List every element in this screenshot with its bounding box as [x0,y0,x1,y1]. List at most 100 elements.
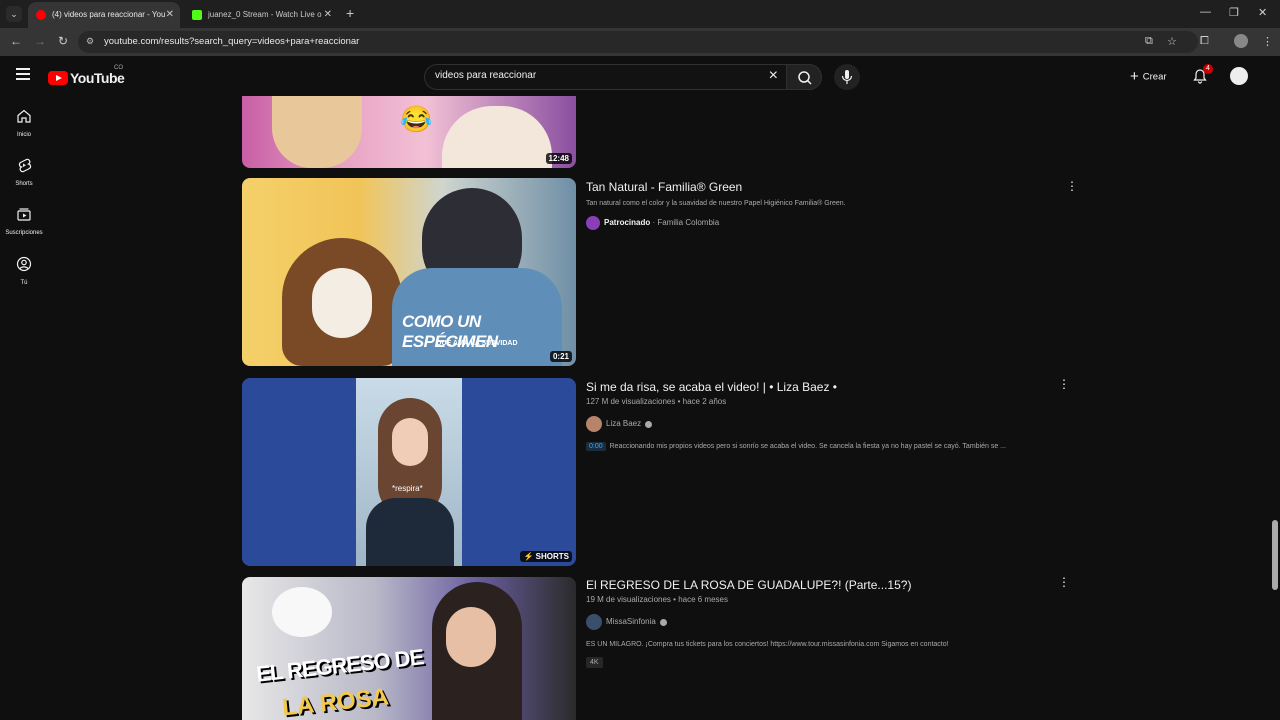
view-count: 127 M de visualizaciones [586,397,676,406]
browser-tabstrip: ⌄ (4) videos para reaccionar - You ✕ jua… [0,0,1280,28]
url-text: youtube.com/results?search_query=videos+… [104,36,360,47]
channel-name[interactable]: Familia Colombia [657,218,719,227]
window-close-icon[interactable]: ✕ [1258,6,1267,19]
close-icon[interactable]: ✕ [324,2,332,28]
browser-profile-avatar[interactable] [1234,34,1248,48]
menu-icon[interactable] [16,68,30,80]
search-input[interactable]: videos para reaccionar × [424,64,786,90]
youtube-logo[interactable]: YouTube CO [48,65,125,86]
microphone-icon [841,70,853,84]
channel-avatar[interactable] [586,416,602,432]
new-tab-icon[interactable]: + [346,5,354,21]
tab-youtube[interactable]: (4) videos para reaccionar - You ✕ [28,2,180,28]
browser-menu-icon[interactable]: ⋮ [1262,35,1273,48]
shorts-badge-label: SHORTS [535,552,569,561]
site-info-icon[interactable]: ⚙ [86,36,94,47]
youtube-header: YouTube CO videos para reaccionar × + Cre… [0,56,1280,96]
home-icon [17,109,31,123]
thumbnail-caption: *respira* [392,484,423,493]
channel-avatar[interactable] [586,215,600,230]
back-icon[interactable]: ← [10,34,22,48]
tab-kick[interactable]: juanez_0 Stream - Watch Live o ✕ [184,2,338,28]
create-button[interactable]: + Crear [1126,65,1175,89]
reload-icon[interactable]: ↻ [58,34,68,48]
video-title[interactable]: Tan Natural - Familia® Green [586,180,742,194]
video-description-row: 0:00 Reaccionando mis propios videos pero… [586,442,1006,451]
view-count: 19 M de visualizaciones [586,595,671,604]
video-meta: 127 M de visualizaciones • hace 2 años [586,397,727,406]
channel-name[interactable]: MissaSinfonia [606,617,656,626]
install-icon[interactable]: ⧉ [1145,35,1153,48]
video-thumbnail[interactable]: COMO UN ESPÉCIMEN QUE AMA LA SUAVIDAD 0:… [242,178,576,366]
scrollbar-thumb[interactable] [1272,520,1278,590]
video-description: ES UN MILAGRO. ¡Compra tus tickets para … [586,641,949,648]
clear-search-icon[interactable]: × [769,67,778,85]
kick-favicon-icon [192,9,202,20]
channel-name[interactable]: Liza Baez [606,419,641,428]
more-options-icon[interactable]: ⋮ [1066,179,1078,193]
video-meta: 19 M de visualizaciones • hace 6 meses [586,595,728,604]
address-bar[interactable]: ⚙ youtube.com/results?search_query=video… [78,31,1198,53]
video-title[interactable]: Si me da risa, se acaba el video! | • Li… [586,380,837,394]
video-description: Tan natural como el color y la suavidad … [586,200,846,207]
thumbnail-overlay-subtext: QUE AMA LA SUAVIDAD [436,340,518,347]
timestamp-chip[interactable]: 0:00 [586,442,606,451]
guide-label: Shorts [15,181,33,187]
video-thumbnail[interactable]: EL REGRESO DE LA ROSA [242,577,576,720]
voice-search-button[interactable] [834,64,860,90]
more-options-icon[interactable]: ⋮ [1058,377,1070,391]
video-title[interactable]: El REGRESO DE LA ROSA DE GUADALUPE?! (Pa… [586,578,911,592]
search-button[interactable] [786,64,822,90]
guide-label: Tú [20,280,28,286]
white-rose-image [272,587,332,637]
country-code: CO [114,65,123,71]
guide-item-inicio[interactable]: Inicio [0,108,48,138]
youtube-play-icon [48,70,68,85]
verified-badge-icon [659,618,667,626]
more-options-icon[interactable]: ⋮ [1058,575,1070,589]
laughing-emoji-icon: 😂 [400,104,433,134]
bookmark-star-icon[interactable]: ☆ [1167,35,1177,48]
search-icon [798,71,812,85]
channel-row: Liza Baez [586,416,653,432]
maximize-icon[interactable]: ❐ [1229,6,1239,19]
tab-label: (4) videos para reaccionar - You [52,10,166,19]
forward-icon[interactable]: → [34,34,46,48]
search-value: videos para reaccionar [435,70,537,81]
tab-label: juanez_0 Stream - Watch Live o [208,10,322,19]
page-scrollbar[interactable] [1270,60,1278,720]
guide-item-suscripciones[interactable]: Suscripciones [0,206,48,236]
channel-row: MissaSinfonia [586,614,667,630]
extensions-icon[interactable]: ⧠ [1200,35,1209,48]
youtube-favicon-icon [36,9,46,20]
verified-badge-icon [645,420,653,428]
video-description: Reaccionando mis propios videos pero si … [609,443,1006,450]
duration-badge: 0:21 [549,351,572,362]
guide-label: Inicio [16,132,31,138]
quality-chip: 4K [586,657,603,668]
guide-item-tu[interactable]: Tú [0,256,48,286]
duration-badge: 12:48 [545,153,572,164]
thumbnail-overlay-text: EL REGRESO DE [255,644,425,687]
sponsored-label: Patrocinado [604,218,651,227]
create-label: Crear [1142,71,1167,83]
video-thumbnail[interactable]: 😂 12:48 [242,96,576,168]
channel-row: Patrocinado · Familia Colombia [586,215,719,231]
subscriptions-icon [17,208,31,221]
minimize-icon[interactable]: — [1200,6,1211,18]
thumbnail-overlay-text: LA ROSA [280,683,391,720]
channel-avatar[interactable] [586,614,602,630]
shorts-badge: ⚡ SHORTS [520,551,572,562]
browser-toolbar: ← → ↻ ⚙ youtube.com/results?search_query… [0,28,1280,56]
guide-item-shorts[interactable]: Shorts [0,157,48,187]
close-icon[interactable]: ✕ [166,2,174,28]
plus-icon: + [1130,68,1139,85]
logo-text: YouTube [70,69,125,86]
notification-count-badge: 4 [1203,64,1213,74]
upload-age: hace 2 años [682,397,727,406]
account-avatar[interactable] [1230,67,1248,85]
video-thumbnail[interactable]: *respira* ⚡ SHORTS [242,378,576,566]
tab-search-icon[interactable]: ⌄ [6,6,22,22]
guide-label: Suscripciones [5,230,43,236]
you-icon [16,256,32,272]
